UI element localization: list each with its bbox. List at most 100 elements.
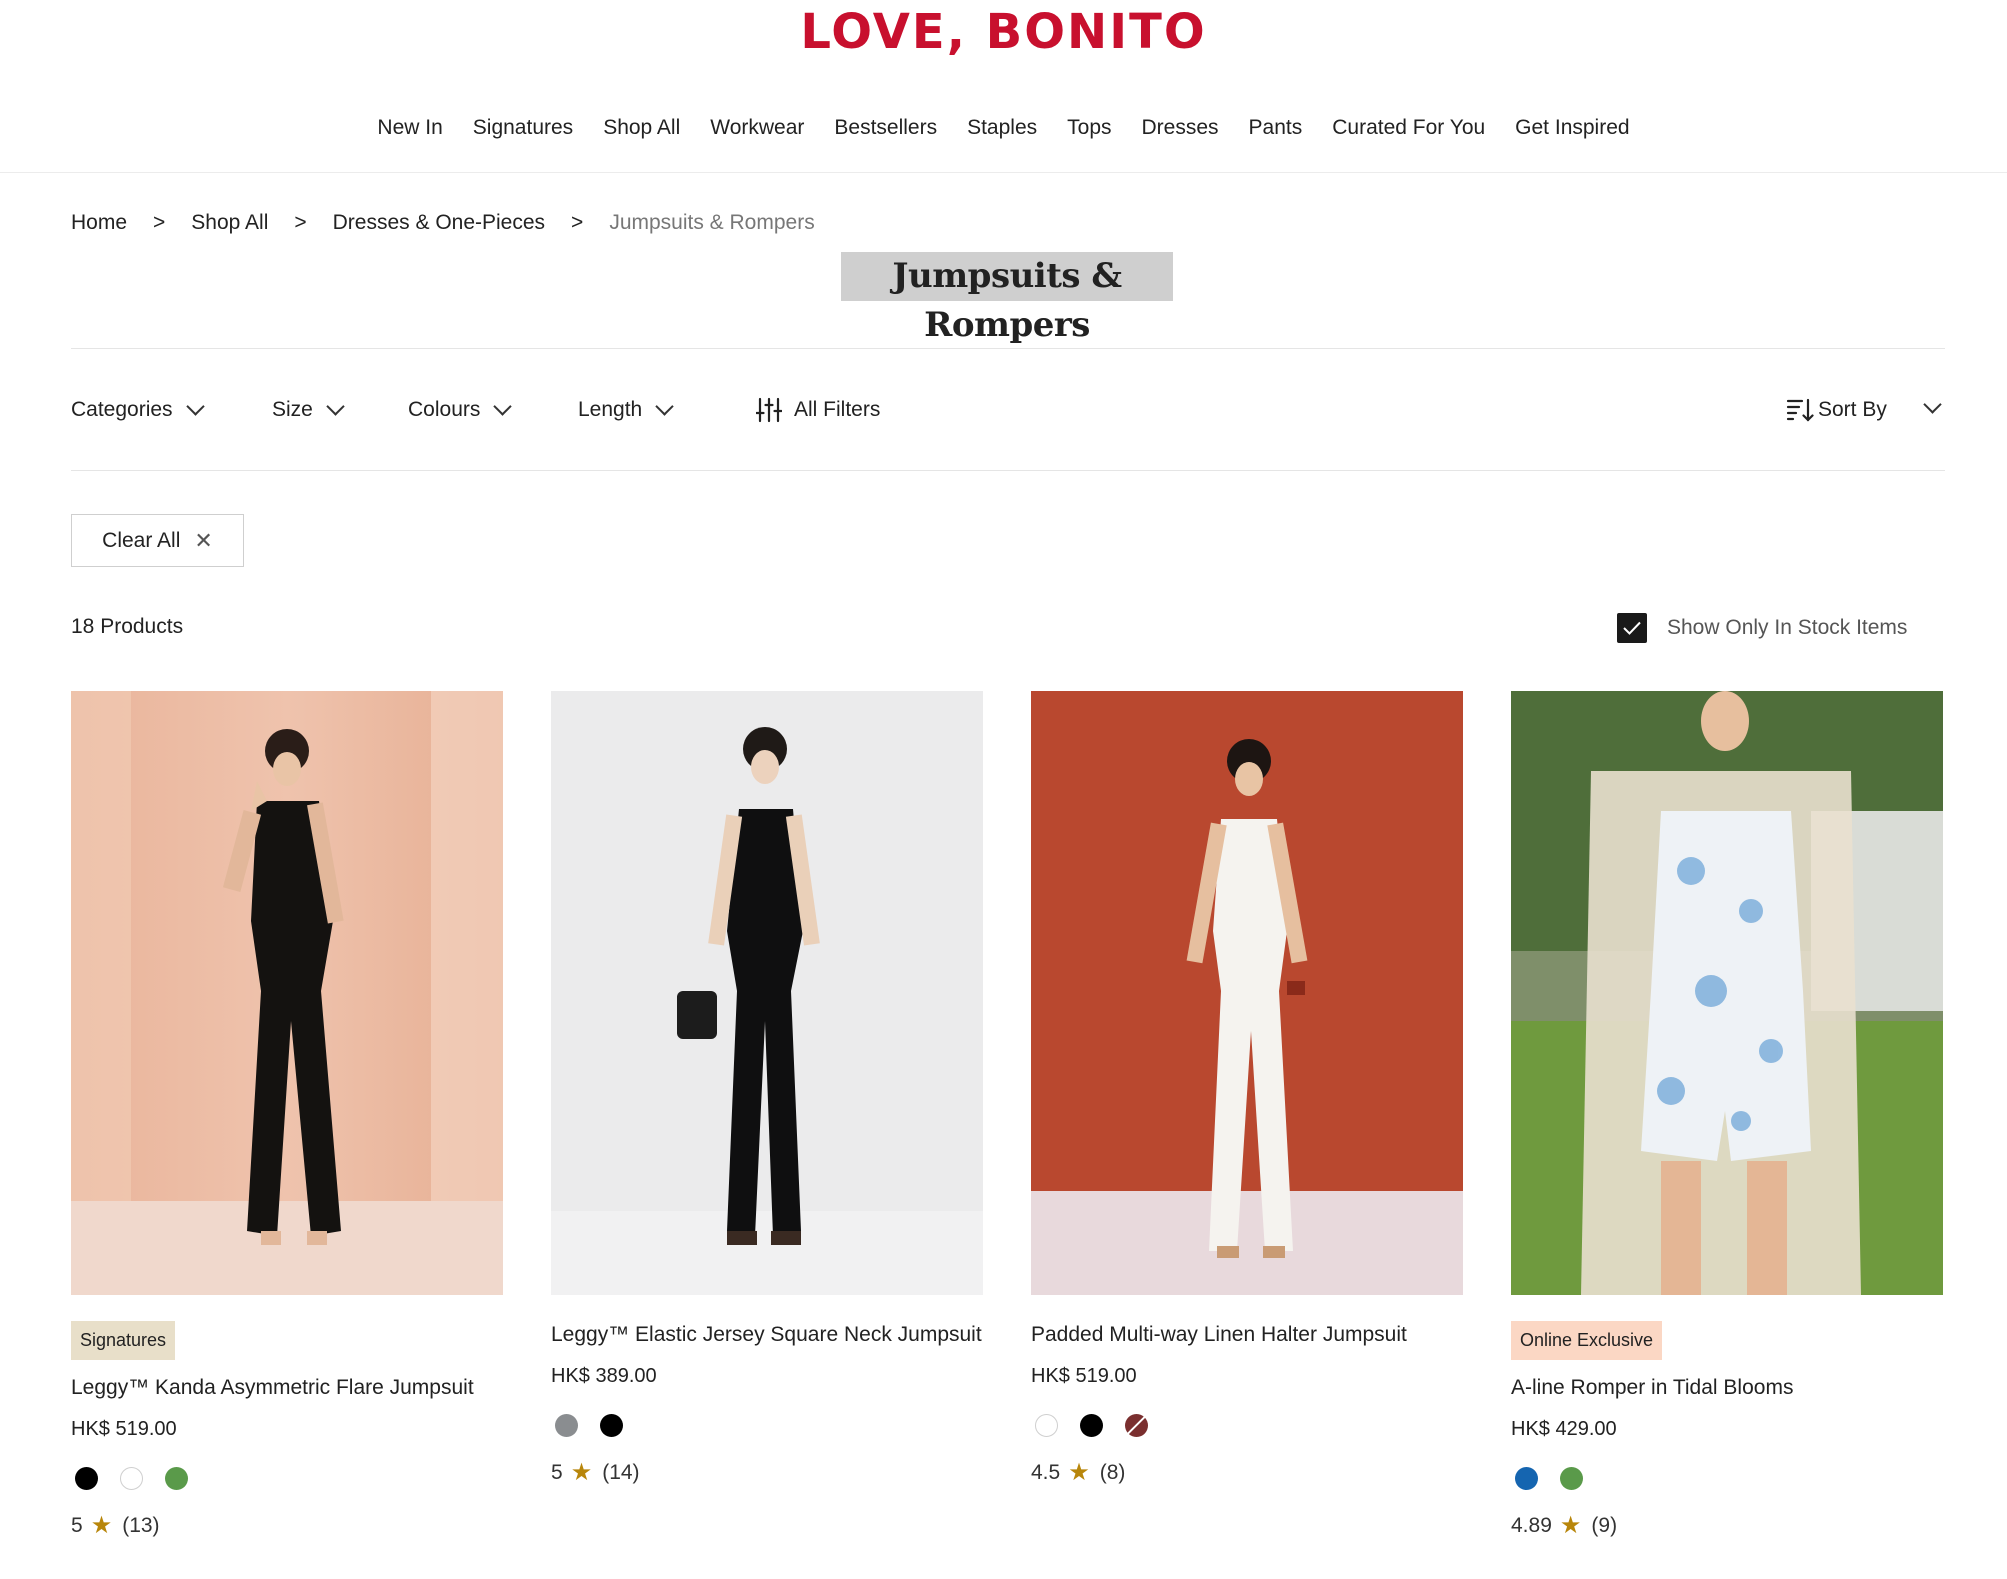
rating-score: 5 (71, 1514, 83, 1537)
color-swatches (1035, 1413, 1463, 1437)
all-filters-label: All Filters (794, 398, 881, 421)
swatch-black[interactable] (75, 1466, 98, 1490)
product-price: HK$ 389.00 (551, 1365, 657, 1387)
color-swatches (75, 1466, 503, 1490)
swatch-maroon-unavailable[interactable] (1125, 1413, 1148, 1437)
nav-item-new-in[interactable]: New In (377, 110, 442, 146)
sliders-icon (756, 397, 782, 423)
product-price: HK$ 519.00 (1031, 1365, 1137, 1387)
nav-item-bestsellers[interactable]: Bestsellers (834, 110, 937, 146)
filter-size-label: Size (272, 398, 313, 421)
product-image[interactable] (551, 691, 983, 1295)
main-nav: New In Signatures Shop All Workwear Best… (0, 110, 2007, 146)
swatch-black[interactable] (600, 1413, 623, 1437)
product-card[interactable]: Leggy™ Elastic Jersey Square Neck Jumpsu… (551, 691, 983, 1487)
chevron-down-icon (493, 396, 513, 416)
star-icon: ★ (1068, 1459, 1090, 1486)
review-count: (8) (1099, 1461, 1126, 1484)
product-rating: 4.89 ★ (9) (1511, 1512, 1943, 1540)
product-card[interactable]: Padded Multi-way Linen Halter Jumpsuit H… (1031, 691, 1463, 1487)
nav-item-dresses[interactable]: Dresses (1142, 110, 1219, 146)
sort-by-label: Sort By (1818, 398, 1887, 421)
product-rating: 5 ★ (14) (551, 1459, 983, 1487)
product-price: HK$ 519.00 (71, 1418, 177, 1440)
breadcrumb-shop-all[interactable]: Shop All (191, 206, 268, 240)
chevron-down-icon (1923, 395, 1942, 414)
nav-item-shop-all[interactable]: Shop All (603, 110, 680, 146)
swatch-white[interactable] (120, 1466, 143, 1490)
swatch-green[interactable] (1560, 1466, 1583, 1490)
chevron-down-icon (185, 396, 205, 416)
nav-item-signatures[interactable]: Signatures (473, 110, 573, 146)
sort-icon (1786, 398, 1814, 422)
products-count: 18 Products (71, 615, 184, 638)
product-name[interactable]: Leggy™ Elastic Jersey Square Neck Jumpsu… (551, 1321, 983, 1349)
nav-item-workwear[interactable]: Workwear (710, 110, 804, 146)
filter-length-label: Length (578, 398, 643, 421)
clear-all-button[interactable]: Clear All ✕ (71, 514, 244, 567)
breadcrumb-current: Jumpsuits & Rompers (609, 211, 815, 234)
product-badge: Online Exclusive (1511, 1321, 1663, 1360)
checkbox-checked[interactable] (1617, 613, 1647, 643)
breadcrumb: Home > Shop All > Dresses & One-Pieces >… (71, 206, 815, 240)
breadcrumb-home[interactable]: Home (71, 206, 127, 240)
product-image[interactable] (71, 691, 503, 1295)
check-icon (1623, 621, 1641, 635)
nav-item-staples[interactable]: Staples (967, 110, 1037, 146)
product-image[interactable] (1031, 691, 1463, 1295)
header-divider (0, 172, 2007, 173)
filter-length[interactable]: Length (578, 392, 674, 428)
breadcrumb-separator: > (294, 211, 307, 234)
product-name[interactable]: Leggy™ Kanda Asymmetric Flare Jumpsuit (71, 1374, 503, 1402)
close-icon: ✕ (194, 527, 213, 553)
brand-logo[interactable]: LOVE, BONITO (0, 4, 2007, 60)
breadcrumb-dresses-one-pieces[interactable]: Dresses & One-Pieces (333, 206, 545, 240)
color-swatches (1515, 1466, 1943, 1490)
divider (71, 470, 1945, 471)
review-count: (9) (1591, 1514, 1618, 1537)
review-count: (13) (122, 1514, 160, 1537)
product-rating: 5 ★ (13) (71, 1512, 503, 1540)
nav-item-curated-for-you[interactable]: Curated For You (1332, 110, 1485, 146)
swatch-black[interactable] (1080, 1413, 1103, 1437)
star-icon: ★ (90, 1512, 113, 1539)
breadcrumb-separator: > (153, 211, 166, 234)
product-card[interactable]: Signatures Leggy™ Kanda Asymmetric Flare… (71, 691, 503, 1540)
nav-item-tops[interactable]: Tops (1067, 110, 1111, 146)
chevron-down-icon (655, 396, 674, 416)
rating-score: 5 (551, 1461, 563, 1484)
in-stock-toggle[interactable]: Show Only In Stock Items (1617, 611, 1907, 645)
rating-score: 4.5 (1031, 1461, 1061, 1484)
star-icon: ★ (570, 1459, 593, 1486)
review-count: (14) (602, 1461, 640, 1484)
in-stock-label: Show Only In Stock Items (1667, 616, 1908, 639)
swatch-green[interactable] (165, 1466, 188, 1490)
color-swatches (555, 1413, 983, 1437)
rating-score: 4.89 (1511, 1514, 1552, 1537)
sort-by-button[interactable]: Sort By (1786, 392, 1887, 428)
sort-dropdown-toggle[interactable] (1923, 395, 1942, 416)
star-icon: ★ (1559, 1512, 1582, 1539)
product-name[interactable]: Padded Multi-way Linen Halter Jumpsuit (1031, 1321, 1463, 1349)
product-rating: 4.5 ★ (8) (1031, 1459, 1463, 1487)
product-image[interactable] (1511, 691, 1943, 1295)
product-name[interactable]: A-line Romper in Tidal Blooms (1511, 1374, 1943, 1402)
clear-all-label: Clear All (102, 528, 181, 552)
all-filters-button[interactable]: All Filters (756, 392, 880, 428)
nav-item-pants[interactable]: Pants (1249, 110, 1303, 146)
filter-colours-label: Colours (408, 398, 481, 421)
breadcrumb-separator: > (571, 211, 584, 234)
product-price: HK$ 429.00 (1511, 1418, 1617, 1440)
chevron-down-icon (326, 396, 345, 416)
product-badge: Signatures (71, 1321, 176, 1360)
filter-categories-label: Categories (71, 398, 173, 421)
swatch-white[interactable] (1035, 1413, 1058, 1437)
filter-size[interactable]: Size (272, 392, 345, 428)
filter-categories[interactable]: Categories (71, 392, 205, 428)
swatch-blue[interactable] (1515, 1466, 1538, 1490)
product-card[interactable]: Online Exclusive A-line Romper in Tidal … (1511, 691, 1943, 1540)
swatch-grey[interactable] (555, 1413, 578, 1437)
page-title: Jumpsuits & Rompers (841, 252, 1173, 345)
filter-colours[interactable]: Colours (408, 392, 513, 428)
nav-item-get-inspired[interactable]: Get Inspired (1515, 110, 1629, 146)
